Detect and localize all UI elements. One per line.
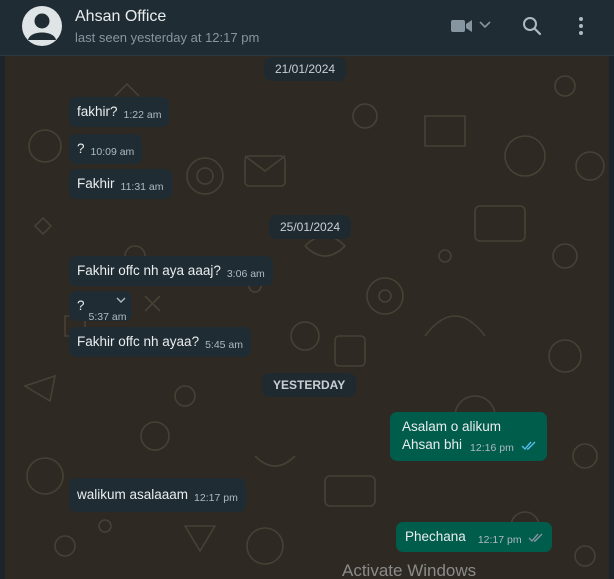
outgoing-message[interactable]: Asalam o alikum Ahsan bhi 12:16 pm (390, 412, 547, 461)
incoming-message[interactable]: ?5:37 am (69, 291, 133, 323)
message-time: 10:09 am (90, 146, 135, 158)
last-seen-status: last seen yesterday at 12:17 pm (75, 30, 260, 45)
video-call-icon[interactable] (450, 16, 474, 36)
message-text: Fakhir offc nh aya aaaj? (77, 263, 221, 278)
incoming-message[interactable]: Fakhir offc nh aya aaaj? 3:06 am (69, 256, 273, 286)
incoming-message[interactable]: ? 10:09 am (69, 134, 143, 164)
read-receipt-icon (521, 439, 537, 454)
window-edge-right (609, 56, 614, 579)
message-time: 12:16 pm (470, 442, 514, 454)
chat-panel[interactable]: 21/01/2024 fakhir? 1:22 am ? 10:09 am Fakh… (5, 56, 609, 579)
message-text: ? (77, 141, 85, 156)
chat-header: Ahsan Office last seen yesterday at 12:1… (0, 0, 614, 56)
message-text: Fakhir offc nh ayaa? (77, 334, 200, 349)
incoming-message[interactable]: Fakhir offc nh ayaa? 5:45 am (69, 327, 252, 357)
message-time: 12:17 pm (477, 534, 522, 546)
search-icon[interactable] (521, 15, 543, 37)
message-time: 12:17 pm (194, 492, 238, 504)
message-text: walikum asalaaam (77, 487, 189, 502)
message-time: 5:45 am (205, 339, 244, 351)
message-time: 11:31 am (120, 181, 164, 193)
date-divider: 21/01/2024 (264, 57, 347, 81)
message-time: 1:22 am (123, 109, 162, 121)
read-receipt-icon (528, 531, 544, 546)
date-divider: 25/01/2024 (269, 215, 352, 239)
message-time: 5:37 am (88, 311, 127, 323)
activate-windows-watermark: Activate Windows (342, 561, 477, 579)
message-text-line-2: Ahsan bhi (402, 437, 463, 452)
date-divider: YESTERDAY (262, 373, 357, 397)
more-options-icon[interactable] (574, 15, 588, 37)
message-text: Fakhir (77, 176, 115, 191)
message-time: 3:06 am (226, 268, 265, 280)
chevron-down-icon[interactable] (116, 295, 126, 306)
message-text: Phechana (405, 529, 466, 544)
incoming-message[interactable]: fakhir? 1:22 am (69, 97, 170, 127)
contact-name[interactable]: Ahsan Office (75, 8, 166, 26)
message-text-line-1: Asalam o alikum (402, 419, 502, 434)
default-user-avatar-icon (28, 13, 56, 40)
chevron-down-icon[interactable] (478, 18, 492, 32)
message-text: ? (77, 298, 85, 313)
message-text: fakhir? (77, 104, 118, 119)
incoming-message[interactable]: Fakhir 11:31 am (69, 169, 172, 199)
contact-avatar[interactable] (22, 6, 62, 46)
outgoing-message[interactable]: Phechana 12:17 pm (396, 522, 553, 552)
incoming-message[interactable]: walikum asalaaam 12:17 pm (69, 478, 246, 512)
